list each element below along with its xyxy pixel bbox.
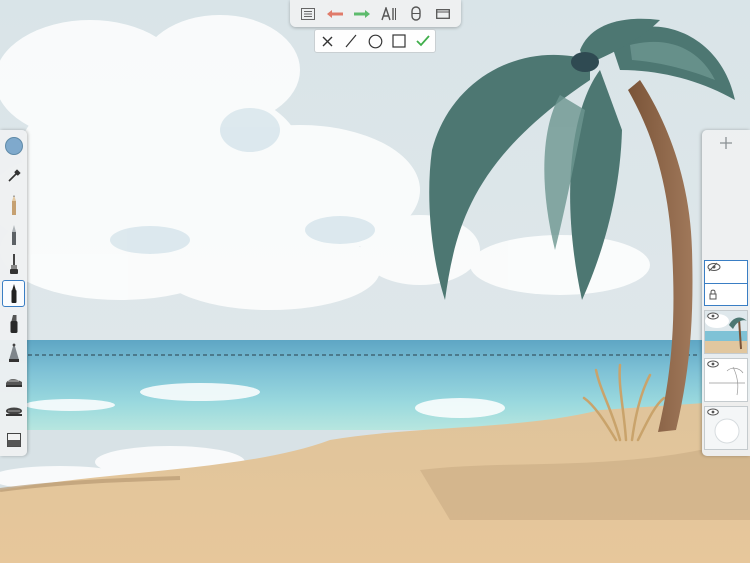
- color-swatch[interactable]: [2, 133, 25, 160]
- eye-icon[interactable]: [707, 312, 719, 320]
- text-brush-icon[interactable]: [377, 3, 401, 25]
- layer-panel: [702, 130, 750, 456]
- eyedropper-icon[interactable]: [2, 162, 25, 189]
- redo-arrow-icon[interactable]: [350, 3, 374, 25]
- eye-icon[interactable]: [707, 408, 719, 416]
- window-icon[interactable]: [431, 3, 455, 25]
- rectangle-tool-icon[interactable]: [388, 30, 410, 52]
- brush-palette: [0, 130, 27, 456]
- pencil-icon[interactable]: [2, 192, 25, 219]
- chisel-marker-icon[interactable]: [2, 309, 25, 336]
- undo-arrow-icon[interactable]: [323, 3, 347, 25]
- layer-edit-box: [704, 260, 748, 306]
- main-toolbar: [290, 0, 461, 27]
- eye-slash-icon[interactable]: [707, 262, 721, 272]
- painting-canvas[interactable]: [0, 0, 750, 563]
- close-icon[interactable]: [316, 30, 338, 52]
- blur-icon[interactable]: [2, 397, 25, 424]
- shape-guide-bar: [314, 29, 436, 53]
- layer-color-beach[interactable]: [704, 310, 748, 354]
- plus-icon[interactable]: [702, 130, 750, 156]
- marker-icon[interactable]: [2, 279, 25, 307]
- current-color-circle: [4, 137, 23, 156]
- airbrush-icon[interactable]: [2, 339, 25, 366]
- list-icon[interactable]: [296, 3, 320, 25]
- layer-visibility-row[interactable]: [705, 261, 747, 284]
- layer-white-background[interactable]: [704, 406, 748, 450]
- smudge-icon[interactable]: [2, 368, 25, 395]
- eye-icon[interactable]: [707, 360, 719, 368]
- layer-sketch[interactable]: [704, 358, 748, 402]
- eraser-icon[interactable]: [2, 427, 25, 454]
- ballpoint-pen-icon[interactable]: [2, 221, 25, 248]
- symmetry-icon[interactable]: [404, 3, 428, 25]
- paintbrush-icon[interactable]: [2, 250, 25, 277]
- checkmark-icon[interactable]: [412, 30, 434, 52]
- layer-lock-row[interactable]: [705, 284, 747, 306]
- line-tool-icon[interactable]: [340, 30, 362, 52]
- lock-icon[interactable]: [709, 289, 717, 300]
- ellipse-tool-icon[interactable]: [364, 30, 386, 52]
